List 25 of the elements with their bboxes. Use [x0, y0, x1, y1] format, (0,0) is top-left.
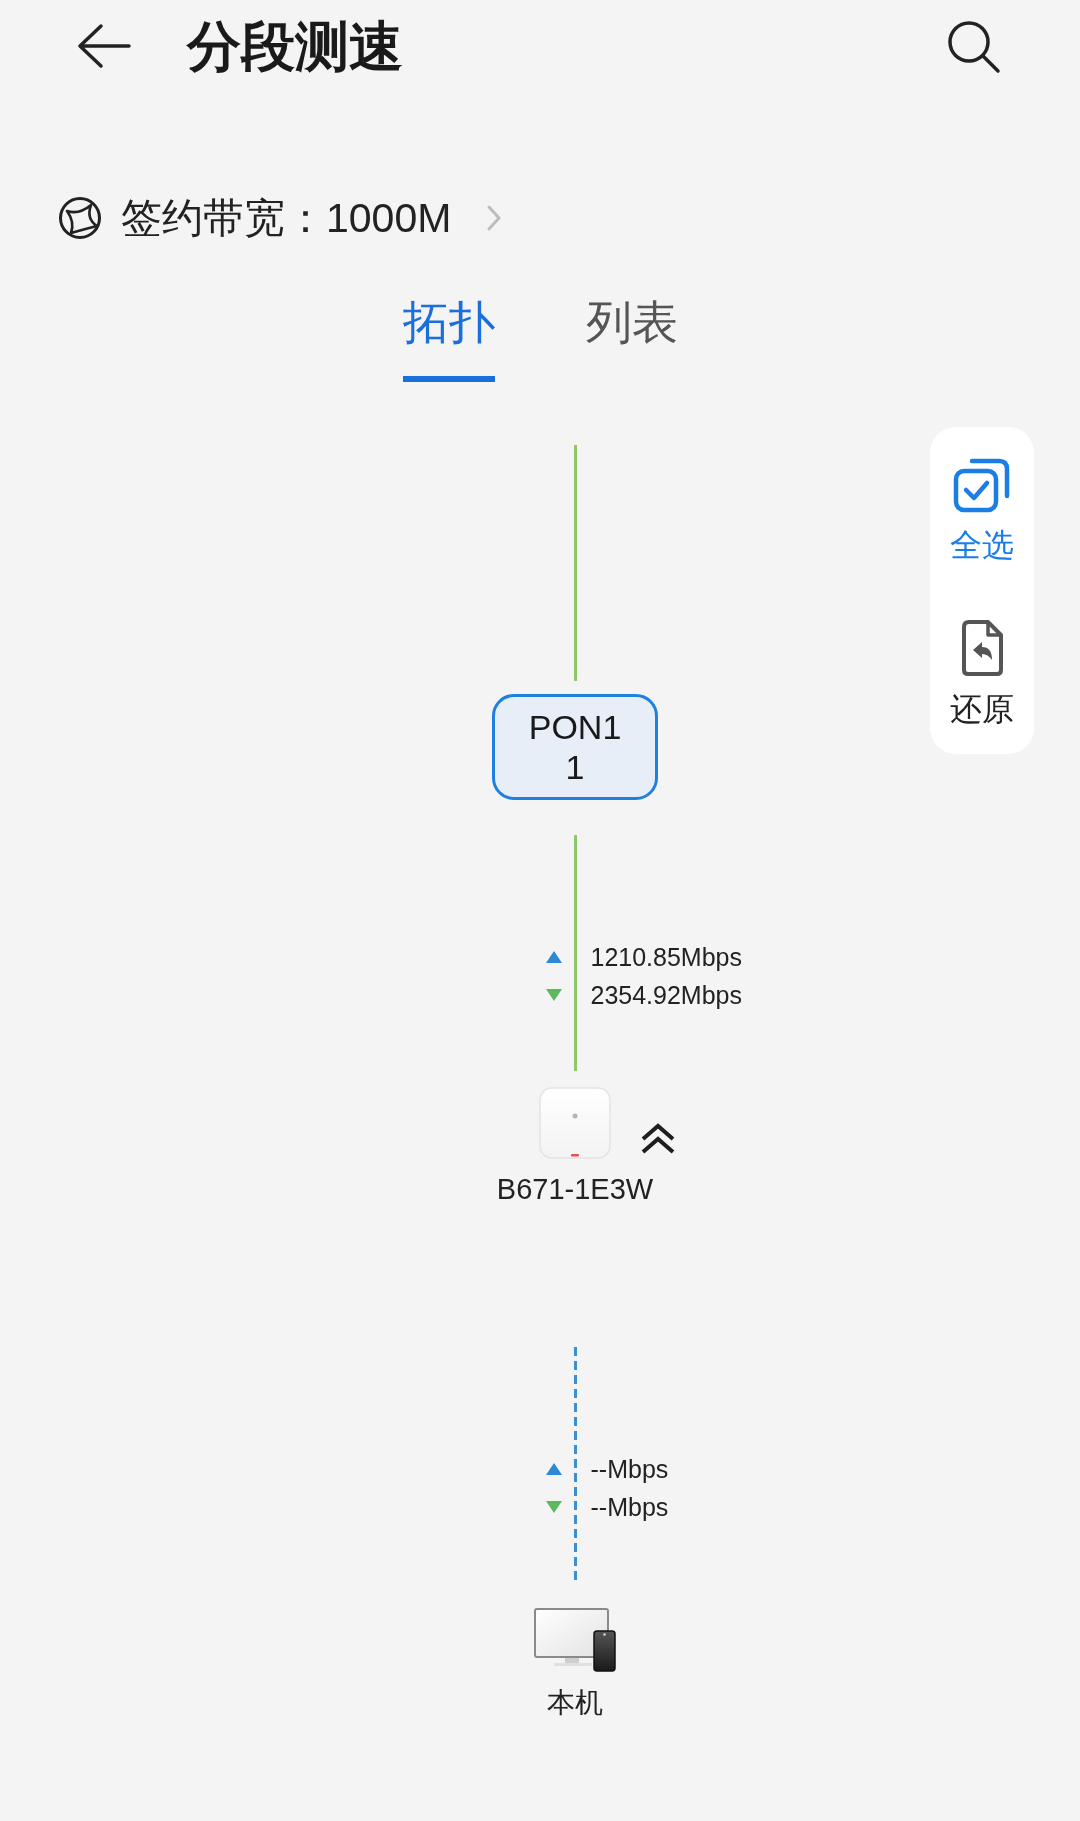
select-all-button[interactable]: 全选 [950, 456, 1014, 565]
device-name: 本机 [547, 1686, 603, 1720]
speed-reading: --Mbps [590, 1492, 669, 1523]
page-title: 分段测速 [187, 14, 403, 78]
globe-icon [58, 196, 102, 240]
speed-reading: 2354.92Mbps [590, 980, 742, 1011]
up-triangle-icon [545, 951, 562, 963]
down-triangle-icon [545, 1501, 562, 1513]
tab[interactable]: 列表 [585, 296, 678, 382]
up-triangle-icon [545, 1463, 562, 1475]
device-name: B671-1E3W [496, 1172, 654, 1206]
restore-button[interactable]: 还原 [950, 619, 1014, 729]
port-name: PON1 [528, 707, 622, 747]
down-triangle-icon [545, 989, 562, 1001]
speed-reading: --Mbps [590, 1454, 669, 1485]
port-number: 1 [565, 747, 585, 787]
double-chevron-icon[interactable] [640, 1123, 676, 1155]
port-node[interactable]: PON1 1 [491, 694, 659, 800]
monitor-phone-icon[interactable] [534, 1608, 616, 1672]
select-all-icon [952, 456, 1012, 513]
speed-reading: 1210.85Mbps [590, 942, 742, 973]
tab[interactable]: 拓扑 [402, 296, 495, 382]
search-icon[interactable] [945, 18, 1001, 74]
bandwidth-label: 签约带宽：1000M [121, 194, 452, 242]
back-icon[interactable] [75, 22, 131, 70]
